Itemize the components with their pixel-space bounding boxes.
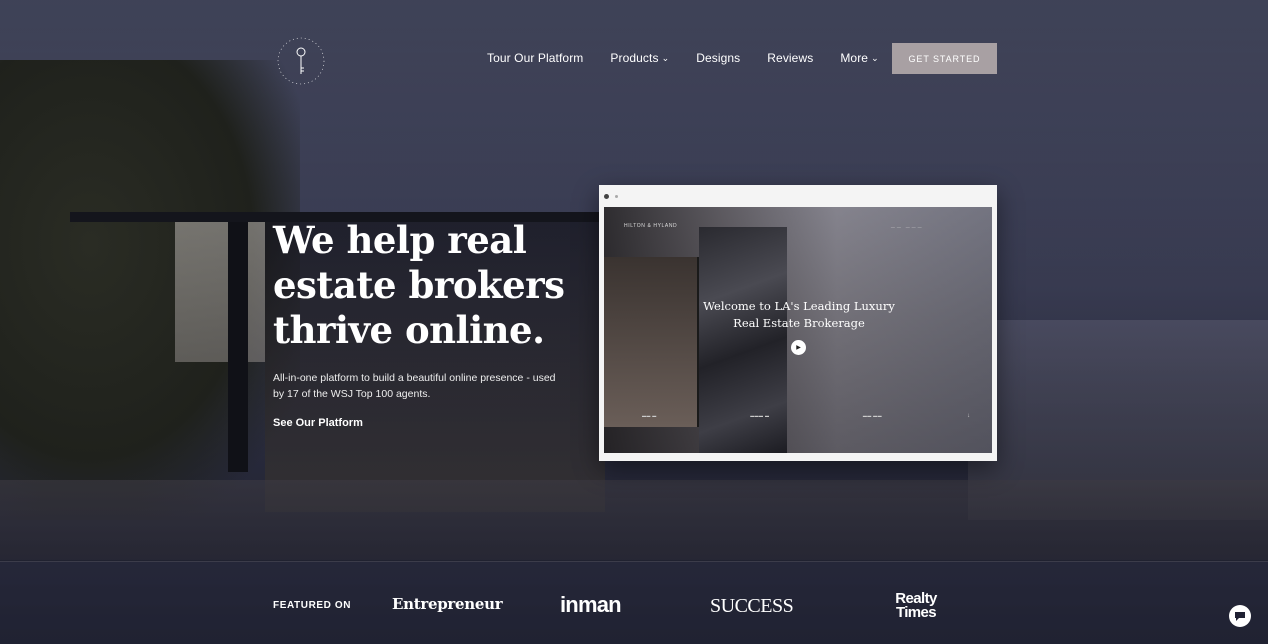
browser-dot-icon bbox=[604, 193, 609, 199]
chat-bubble-icon[interactable] bbox=[1229, 605, 1251, 627]
nav-item-label: Designs bbox=[696, 51, 741, 65]
nav-more[interactable]: More ⌄ bbox=[840, 51, 878, 65]
background-pool-deck bbox=[0, 480, 1268, 560]
chat-glyph bbox=[1235, 612, 1245, 621]
mockup-stat: ▬▬▬ ▬ bbox=[750, 413, 770, 418]
nav-item-label: More bbox=[840, 51, 869, 65]
chevron-down-icon: ⌄ bbox=[661, 52, 670, 63]
nav-products[interactable]: Products ⌄ bbox=[610, 51, 669, 65]
background-house-pillar bbox=[228, 222, 248, 472]
chevron-down-icon: ⌄ bbox=[871, 52, 879, 63]
realty-times-logo[interactable]: Realty Times bbox=[888, 590, 944, 621]
hero-subtext: All-in-one platform to build a beautiful… bbox=[273, 372, 556, 400]
scroll-down-icon: ↓ bbox=[967, 413, 970, 419]
nav-tour-our-platform[interactable]: Tour Our Platform bbox=[487, 51, 583, 65]
main-nav: Tour Our Platform Products ⌄ Designs Rev… bbox=[487, 43, 906, 73]
mockup-house-window bbox=[604, 257, 699, 427]
mockup-stat: ▬▬ ▬ bbox=[642, 413, 657, 418]
featured-on-strip: FEATURED ON Entrepreneur inman SUCCESS R… bbox=[0, 561, 1268, 644]
mockup-browser-bar bbox=[599, 185, 997, 207]
nav-designs[interactable]: Designs bbox=[696, 51, 740, 65]
realty-times-text: Realty Times bbox=[895, 590, 937, 621]
nav-reviews[interactable]: Reviews bbox=[767, 51, 813, 65]
logo[interactable] bbox=[270, 30, 332, 92]
mockup-screen: HILTON & HYLAND — — — — — Welcome to LA'… bbox=[604, 207, 992, 453]
background-house-wall bbox=[175, 222, 265, 362]
success-logo[interactable]: SUCCESS bbox=[710, 595, 794, 618]
get-started-button[interactable]: GET STARTED bbox=[892, 43, 997, 74]
mockup-title-line1: Welcome to LA's Leading Luxury bbox=[703, 299, 895, 313]
mockup-title: Welcome to LA's Leading Luxury Real Esta… bbox=[694, 298, 904, 332]
nav-item-label: Products bbox=[610, 51, 659, 65]
mockup-stat: ▬▬ ▬▬ bbox=[862, 413, 882, 418]
mockup-brand: HILTON & HYLAND bbox=[624, 223, 678, 229]
mockup-stats-row: ▬▬ ▬ ▬▬▬ ▬ ▬▬ ▬▬ bbox=[642, 413, 882, 418]
inman-logo[interactable]: inman bbox=[560, 592, 622, 618]
nav-item-label: Reviews bbox=[767, 51, 814, 65]
hero-headline: We help real estate brokers thrive onlin… bbox=[273, 218, 565, 352]
key-seal-icon bbox=[277, 37, 325, 85]
nav-item-label: Tour Our Platform bbox=[487, 51, 584, 65]
entrepreneur-logo[interactable]: Entrepreneur bbox=[392, 595, 503, 613]
mockup-marble-wall bbox=[699, 227, 787, 453]
browser-dot-icon bbox=[615, 194, 618, 198]
see-our-platform-link[interactable]: See Our Platform bbox=[273, 417, 363, 429]
mockup-title-line2: Real Estate Brokerage bbox=[733, 316, 865, 330]
mockup-nav-links: — — — — — bbox=[890, 224, 922, 229]
featured-on-label: FEATURED ON bbox=[273, 600, 352, 611]
play-icon[interactable]: ▶ bbox=[791, 340, 806, 355]
website-preview-mockup: HILTON & HYLAND — — — — — Welcome to LA'… bbox=[599, 185, 997, 461]
